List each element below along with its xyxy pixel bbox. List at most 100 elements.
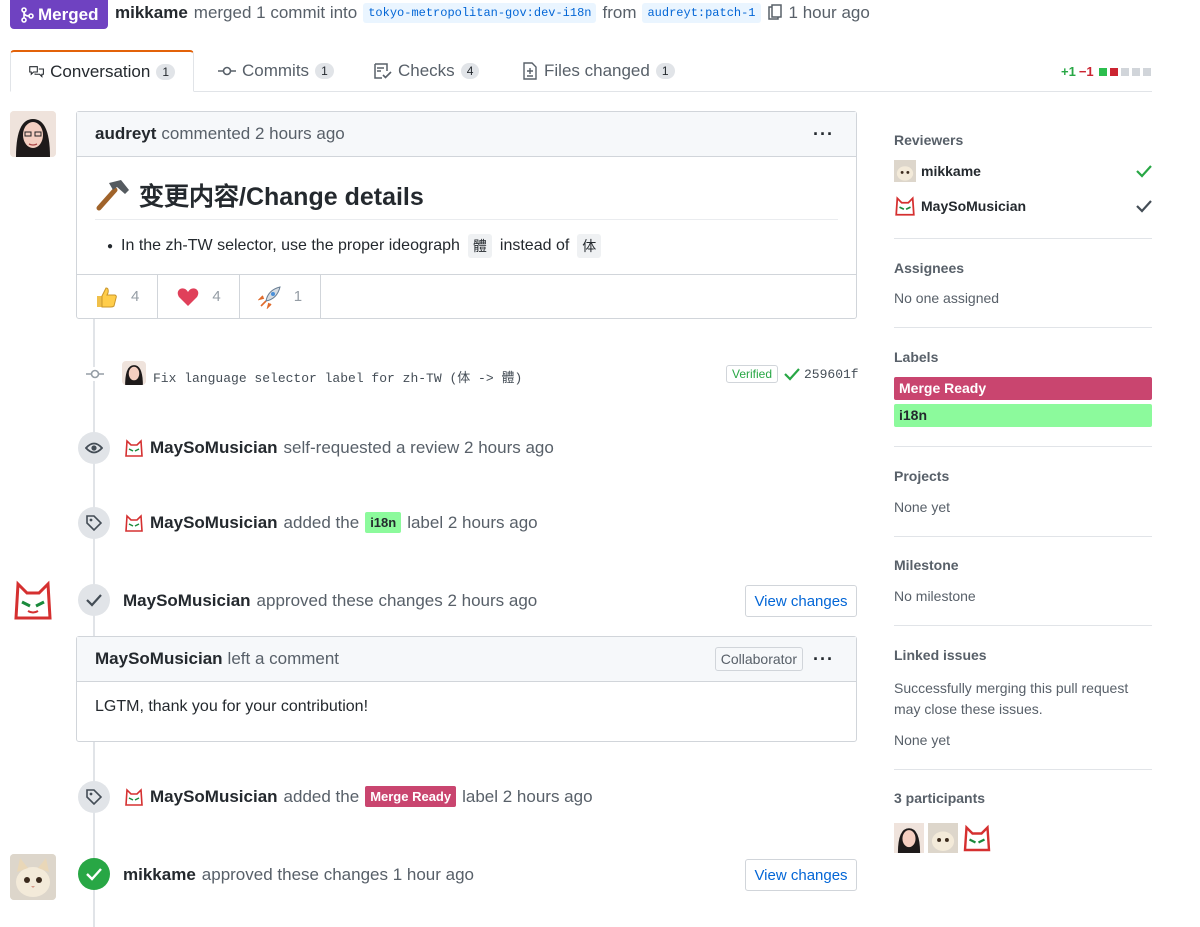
timeline-line bbox=[93, 318, 95, 927]
rocket-icon bbox=[257, 285, 281, 309]
tab-counter: 1 bbox=[315, 63, 334, 79]
comment-author[interactable]: MaySoMusician bbox=[95, 649, 223, 669]
tab-commits[interactable]: Commits 1 bbox=[200, 50, 352, 92]
more-options-icon[interactable]: ··· bbox=[813, 124, 834, 145]
event-text: added the bbox=[283, 512, 360, 532]
tab-checks[interactable]: Checks 4 bbox=[356, 50, 497, 92]
assignees-heading[interactable]: Assignees bbox=[894, 260, 964, 276]
tab-counter: 1 bbox=[156, 63, 175, 80]
reaction-thumbs-up[interactable]: 4 bbox=[77, 275, 159, 318]
tab-counter: 4 bbox=[460, 63, 480, 79]
tag-icon bbox=[86, 515, 102, 531]
approved-check-icon bbox=[1136, 200, 1152, 213]
view-changes-button[interactable]: View changes bbox=[745, 859, 857, 891]
event-actor[interactable]: mikkame bbox=[123, 865, 196, 885]
avatar-image bbox=[122, 361, 146, 385]
head-branch[interactable]: audreyt:patch-1 bbox=[642, 3, 761, 23]
heart-icon bbox=[178, 287, 199, 306]
view-changes-button[interactable]: View changes bbox=[745, 585, 857, 617]
commit-author-avatar[interactable] bbox=[122, 361, 146, 385]
reaction-rocket[interactable]: 1 bbox=[240, 275, 322, 318]
tab-conversation[interactable]: Conversation 1 bbox=[10, 50, 194, 92]
more-options-icon[interactable]: ··· bbox=[813, 649, 834, 670]
copy-icon[interactable] bbox=[767, 4, 783, 22]
diff-deletions: −1 bbox=[1078, 64, 1094, 79]
maysomusician-avatar-icon[interactable] bbox=[124, 438, 144, 458]
inline-code-old: 体 bbox=[577, 234, 602, 258]
eye-icon bbox=[85, 442, 103, 454]
event-approved-maysomusician: MaySoMusician approved these changes 2 h… bbox=[123, 591, 537, 611]
projects-heading[interactable]: Projects bbox=[894, 468, 949, 484]
avatar-image bbox=[10, 111, 56, 157]
avatar-maysomusician[interactable] bbox=[10, 578, 56, 624]
diffstat-block bbox=[1142, 67, 1151, 76]
merger-link[interactable]: mikkame bbox=[115, 3, 188, 23]
commit-icon bbox=[86, 367, 104, 381]
tab-counter: 1 bbox=[655, 63, 675, 79]
event-text: label 2 hours ago bbox=[462, 786, 593, 806]
checklist-icon bbox=[374, 63, 392, 79]
event-review-requested: MaySoMusician self-requested a review 2 … bbox=[124, 438, 554, 458]
diffstat: +1 −1 bbox=[1061, 64, 1151, 79]
reaction-count: 4 bbox=[212, 288, 221, 305]
avatar-mikkame[interactable] bbox=[10, 854, 56, 900]
reaction-count: 1 bbox=[293, 288, 303, 305]
bullet-text-before: In the zh-TW selector, use the proper id… bbox=[121, 237, 460, 254]
commit-icon bbox=[218, 66, 236, 76]
comment-author[interactable]: audreyt bbox=[95, 124, 156, 144]
maysomusician-avatar-icon[interactable] bbox=[894, 195, 916, 217]
reviewer-name[interactable]: mikkame bbox=[921, 163, 981, 179]
approved-badge bbox=[78, 858, 110, 890]
event-text: self-requested a review 2 hours ago bbox=[283, 438, 554, 457]
label-merge-ready[interactable]: Merge Ready bbox=[365, 786, 457, 807]
reaction-heart[interactable]: 4 bbox=[158, 275, 240, 318]
event-text: added the bbox=[283, 786, 360, 806]
participant-audreyt-avatar[interactable] bbox=[894, 823, 924, 853]
sidebar-divider bbox=[894, 238, 1152, 239]
reactions-bar: 4 4 1 bbox=[77, 274, 856, 318]
sidebar-label-merge-ready[interactable]: Merge Ready bbox=[894, 377, 1152, 400]
label-event-badge bbox=[78, 507, 110, 539]
tab-files-changed[interactable]: Files changed 1 bbox=[504, 50, 693, 92]
verified-badge[interactable]: Verified bbox=[726, 365, 779, 383]
diffstat-block bbox=[1120, 67, 1129, 76]
reaction-count: 4 bbox=[131, 288, 140, 305]
diffstat-block bbox=[1109, 67, 1118, 76]
event-actor[interactable]: MaySoMusician bbox=[123, 591, 251, 611]
check-icon bbox=[784, 368, 800, 381]
event-actor[interactable]: MaySoMusician bbox=[150, 513, 278, 533]
participant-mikkame-avatar[interactable] bbox=[928, 823, 958, 853]
reviewer-name[interactable]: MaySoMusician bbox=[921, 198, 1026, 214]
event-actor[interactable]: MaySoMusician bbox=[150, 438, 278, 458]
participant-maysomusician-avatar[interactable] bbox=[962, 823, 992, 853]
commit-sha[interactable]: 259601f bbox=[804, 367, 859, 382]
event-text: label 2 hours ago bbox=[407, 512, 538, 532]
approved-check-icon bbox=[1136, 165, 1152, 178]
event-text: approved these changes 2 hours ago bbox=[256, 591, 538, 610]
comment-body: 变更内容/Change details ● In the zh-TW selec… bbox=[77, 157, 856, 258]
milestone-heading[interactable]: Milestone bbox=[894, 557, 959, 573]
label-i18n[interactable]: i18n bbox=[365, 512, 402, 533]
event-actor[interactable]: MaySoMusician bbox=[150, 787, 278, 807]
event-label-i18n: MaySoMusician added the i18n label 2 hou… bbox=[124, 512, 538, 533]
maysomusician-avatar-icon[interactable] bbox=[124, 513, 144, 533]
merge-time: 1 hour ago bbox=[788, 3, 870, 22]
check-icon bbox=[86, 594, 102, 607]
sidebar-label-i18n[interactable]: i18n bbox=[894, 404, 1152, 427]
conversation-icon bbox=[29, 65, 44, 78]
labels-heading[interactable]: Labels bbox=[894, 349, 938, 365]
reviewers-heading[interactable]: Reviewers bbox=[894, 132, 963, 148]
comment-bullet: ● In the zh-TW selector, use the proper … bbox=[95, 234, 838, 258]
base-branch[interactable]: tokyo-metropolitan-gov:dev-i18n bbox=[363, 3, 597, 23]
tab-label: Checks bbox=[398, 61, 455, 80]
linked-issues-heading[interactable]: Linked issues bbox=[894, 647, 987, 663]
maysomusician-avatar-icon[interactable] bbox=[124, 787, 144, 807]
mikkame-avatar-icon[interactable] bbox=[894, 160, 916, 182]
comment-heading-row: 变更内容/Change details bbox=[95, 177, 838, 220]
review-request-badge bbox=[78, 432, 110, 464]
commit-message[interactable]: Fix language selector label for zh-TW (体… bbox=[153, 367, 522, 386]
hammer-icon bbox=[96, 180, 129, 211]
comment-meta: left a comment bbox=[227, 649, 340, 668]
avatar-audreyt[interactable] bbox=[10, 111, 56, 157]
comment-meta: commented 2 hours ago bbox=[161, 124, 345, 143]
